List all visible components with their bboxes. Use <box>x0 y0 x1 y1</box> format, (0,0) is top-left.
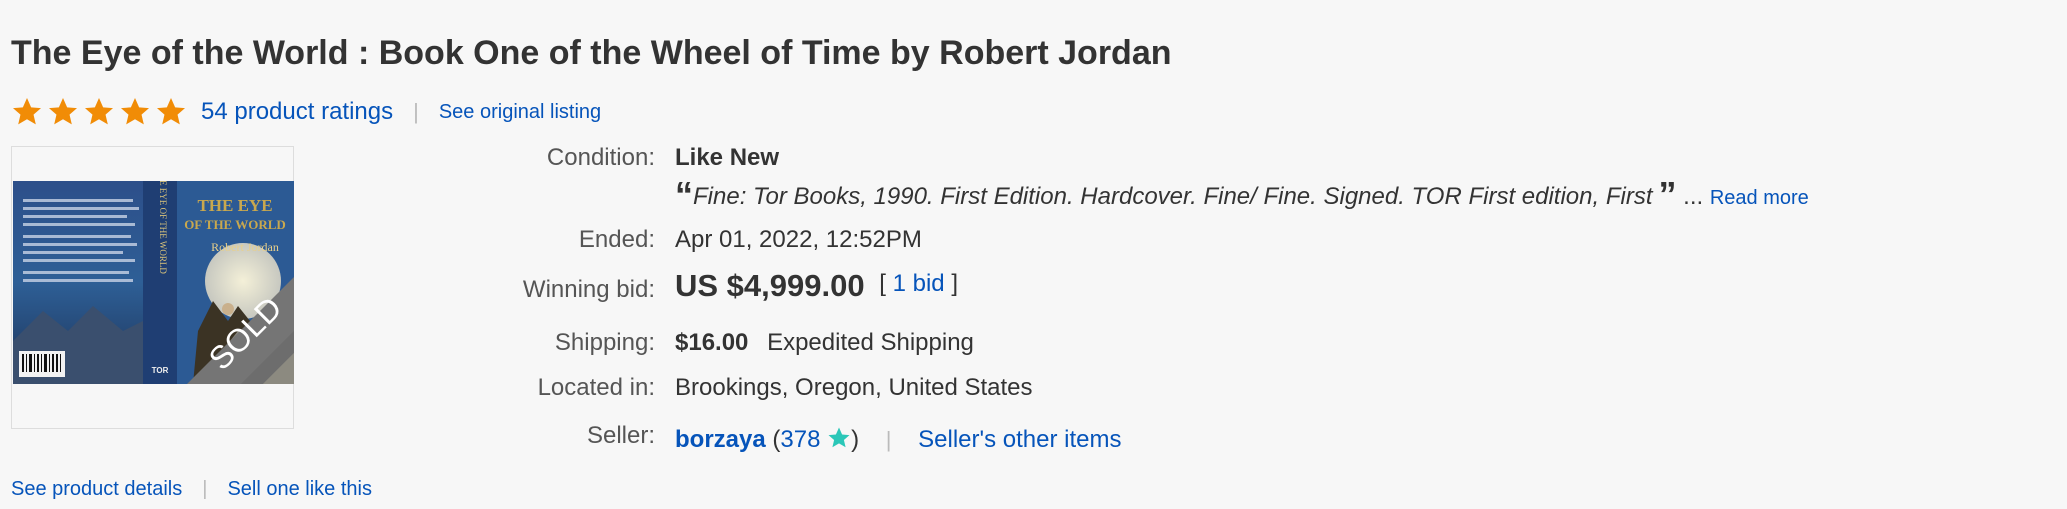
condition-value: Like New <box>675 144 780 171</box>
see-product-details-link[interactable]: See product details <box>11 478 182 501</box>
seller-other-items-link[interactable]: Seller's other items <box>918 426 1121 453</box>
seller-label: Seller: <box>586 422 655 449</box>
shipping-method: Expedited Shipping <box>767 329 974 356</box>
winning-bid-label: Winning bid: <box>522 276 655 303</box>
read-more-link[interactable]: Read more <box>1710 187 1809 209</box>
ended-value: Apr 01, 2022, 12:52PM <box>675 226 922 254</box>
teal-star-icon <box>828 427 850 448</box>
star-icon <box>49 98 77 125</box>
bottom-links: See product details | Sell one like this <box>11 478 372 501</box>
ended-label: Ended: <box>578 226 655 253</box>
seller-name-link[interactable]: borzaya <box>675 426 766 453</box>
sell-one-like-this-link[interactable]: Sell one like this <box>227 478 372 501</box>
ended-time: , 12:52PM <box>812 226 922 253</box>
paren-close: ) <box>851 426 860 453</box>
star-rating[interactable] <box>11 96 187 128</box>
seller-score-link[interactable]: 378 <box>780 426 820 453</box>
divider: | <box>885 427 892 452</box>
bracket-open: [ <box>879 270 886 297</box>
winning-bid-price: US $4,999.00 <box>675 268 865 303</box>
listing-title: The Eye of the World : Book One of the W… <box>11 34 1172 72</box>
bid-count: [ 1 bid ] <box>879 270 958 297</box>
divider: | <box>202 478 208 500</box>
ended-date: Apr 01, 2022 <box>675 226 813 253</box>
ellipsis: ... <box>1683 183 1704 210</box>
svg-text:THE EYE: THE EYE <box>197 196 272 215</box>
located-label: Located in: <box>537 374 655 401</box>
condition-description: “Fine: Tor Books, 1990. First Edition. H… <box>675 174 1809 216</box>
star-icon <box>85 98 113 125</box>
close-quote: ” <box>1658 174 1677 215</box>
seller-info: borzaya (378 ) | Seller's other items <box>675 426 1121 454</box>
rating-row: 54 product ratings | See original listin… <box>11 92 601 132</box>
bid-history-link[interactable]: 1 bid <box>893 270 945 297</box>
shipping-cost: $16.00 <box>675 329 749 356</box>
condition-label: Condition: <box>546 144 655 171</box>
star-icon <box>13 98 41 125</box>
seller-feedback: (378 ) <box>772 426 859 453</box>
see-original-listing-link[interactable]: See original listing <box>439 101 601 124</box>
open-quote: “ <box>675 174 693 215</box>
star-icon <box>121 98 149 125</box>
shipping-value: $16.00 Expedited Shipping <box>675 329 974 357</box>
product-ratings-link[interactable]: 54 product ratings <box>201 98 393 126</box>
shipping-label: Shipping: <box>554 329 655 356</box>
located-value: Brookings, Oregon, United States <box>675 374 1033 401</box>
winning-bid-row: US $4,999.00 [ 1 bid ] <box>675 268 958 304</box>
divider: | <box>413 99 419 124</box>
star-icon <box>157 98 185 125</box>
bracket-close: ] <box>951 270 958 297</box>
description-text: Fine: Tor Books, 1990. First Edition. Ha… <box>693 183 1653 210</box>
